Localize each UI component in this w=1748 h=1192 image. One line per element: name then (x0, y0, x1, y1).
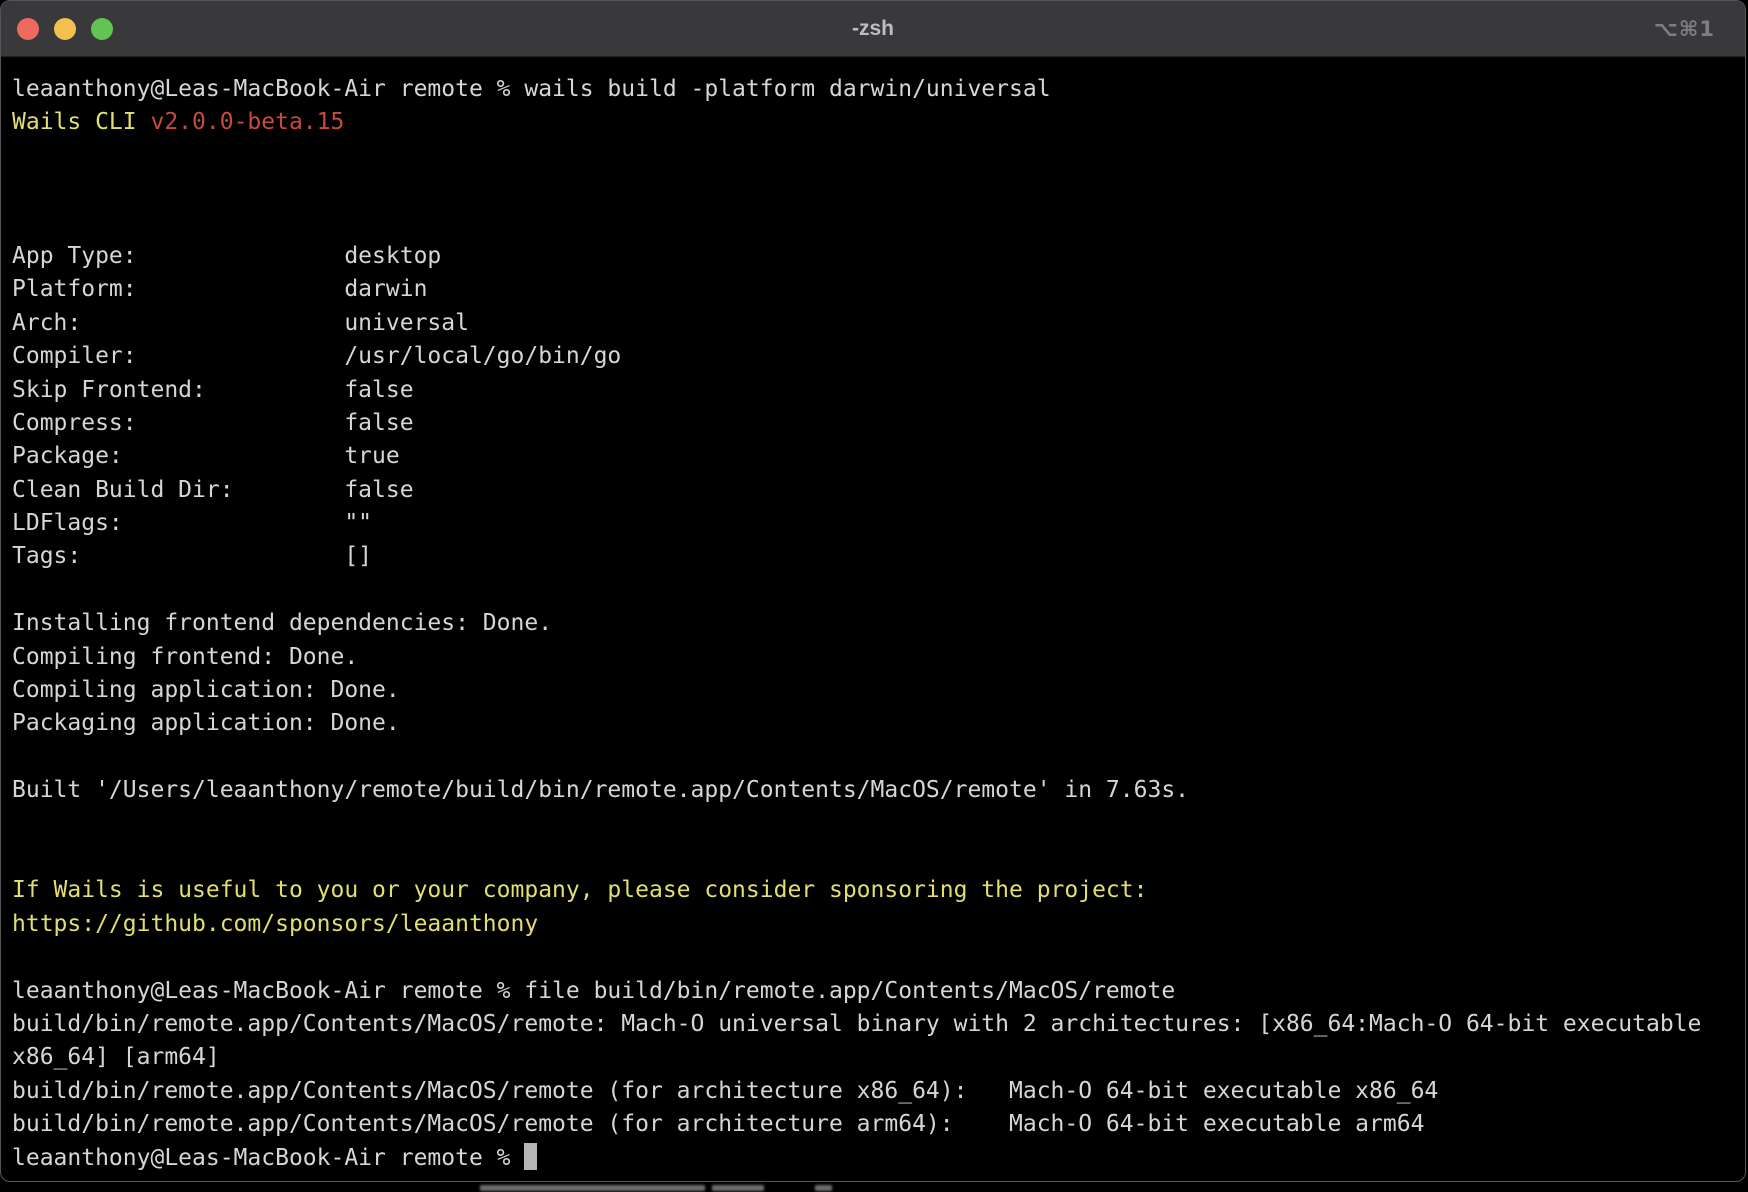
terminal-text: Arch: universal (12, 310, 469, 336)
terminal-line: Compiler: /usr/local/go/bin/go (12, 340, 1745, 373)
terminal-text: Installing frontend dependencies: Done. (12, 610, 552, 636)
terminal-line: build/bin/remote.app/Contents/MacOS/remo… (12, 1075, 1745, 1108)
terminal-line (12, 808, 1745, 841)
terminal-text: v2.0.0-beta.15 (150, 109, 344, 135)
terminal-line (12, 140, 1745, 173)
terminal-line: build/bin/remote.app/Contents/MacOS/remo… (12, 1008, 1745, 1041)
terminal-line (12, 841, 1745, 874)
terminal-line: build/bin/remote.app/Contents/MacOS/remo… (12, 1108, 1745, 1141)
terminal-line: If Wails is useful to you or your compan… (12, 874, 1745, 907)
terminal-text: Built '/Users/leaanthony/remote/build/bi… (12, 777, 1189, 803)
background-window-sliver (0, 1184, 1748, 1192)
terminal-line: x86_64] [arm64] (12, 1041, 1745, 1074)
terminal-text: Platform: darwin (12, 276, 427, 302)
terminal-text: https://github.com/sponsors/leaanthony (12, 911, 538, 937)
terminal-text: build/bin/remote.app/Contents/MacOS/remo… (12, 1078, 1438, 1104)
terminal-text: Compiling application: Done. (12, 677, 400, 703)
terminal-line (12, 574, 1745, 607)
terminal-line: leaanthony@Leas-MacBook-Air remote % (12, 1142, 1745, 1175)
terminal-text: Packaging application: Done. (12, 710, 400, 736)
terminal-line: Platform: darwin (12, 273, 1745, 306)
text-cursor (524, 1143, 537, 1170)
terminal-text: x86_64] [arm64] (12, 1044, 220, 1070)
traffic-lights (1, 18, 113, 40)
background-window-fragment (712, 1185, 764, 1191)
terminal-text: Wails CLI (12, 109, 150, 135)
tab-shortcut-hint: ⌥⌘1 (1654, 17, 1715, 41)
terminal-line (12, 173, 1745, 206)
terminal-line: https://github.com/sponsors/leaanthony (12, 908, 1745, 941)
terminal-line: Arch: universal (12, 307, 1745, 340)
terminal-line: leaanthony@Leas-MacBook-Air remote % fil… (12, 975, 1745, 1008)
window-title: -zsh (1, 17, 1745, 41)
terminal-text: leaanthony@Leas-MacBook-Air remote % (12, 1145, 524, 1171)
zoom-button[interactable] (91, 18, 113, 40)
terminal-text: Compress: false (12, 410, 414, 436)
terminal-line: Compiling application: Done. (12, 674, 1745, 707)
terminal-text: Tags: [] (12, 543, 372, 569)
terminal-text: Package: true (12, 443, 400, 469)
terminal-line: LDFlags: "" (12, 507, 1745, 540)
terminal-text: Clean Build Dir: false (12, 477, 414, 503)
terminal-line: leaanthony@Leas-MacBook-Air remote % wai… (12, 73, 1745, 106)
terminal-text: Compiler: /usr/local/go/bin/go (12, 343, 621, 369)
close-button[interactable] (17, 18, 39, 40)
terminal-line: App Type: desktop (12, 240, 1745, 273)
terminal-line (12, 207, 1745, 240)
terminal-line: Compress: false (12, 407, 1745, 440)
terminal-line: Packaging application: Done. (12, 707, 1745, 740)
terminal-line: Skip Frontend: false (12, 374, 1745, 407)
title-bar[interactable]: -zsh ⌥⌘1 (1, 1, 1745, 57)
terminal-text: If Wails is useful to you or your compan… (12, 877, 1147, 903)
terminal-text: LDFlags: "" (12, 510, 372, 536)
terminal-line: Clean Build Dir: false (12, 474, 1745, 507)
minimize-button[interactable] (54, 18, 76, 40)
terminal-line: Built '/Users/leaanthony/remote/build/bi… (12, 774, 1745, 807)
terminal-output[interactable]: leaanthony@Leas-MacBook-Air remote % wai… (1, 57, 1745, 1175)
background-window-fragment (480, 1185, 705, 1191)
terminal-line: Package: true (12, 440, 1745, 473)
terminal-text: Skip Frontend: false (12, 377, 414, 403)
terminal-line (12, 941, 1745, 974)
terminal-text: Compiling frontend: Done. (12, 644, 358, 670)
terminal-line: Wails CLI v2.0.0-beta.15 (12, 106, 1745, 139)
terminal-line: Installing frontend dependencies: Done. (12, 607, 1745, 640)
terminal-window: -zsh ⌥⌘1 leaanthony@Leas-MacBook-Air rem… (0, 0, 1746, 1182)
terminal-line: Tags: [] (12, 540, 1745, 573)
terminal-line: Compiling frontend: Done. (12, 641, 1745, 674)
terminal-line (12, 741, 1745, 774)
background-window-fragment (815, 1185, 832, 1191)
terminal-text: build/bin/remote.app/Contents/MacOS/remo… (12, 1011, 1701, 1037)
terminal-text: App Type: desktop (12, 243, 441, 269)
terminal-text: build/bin/remote.app/Contents/MacOS/remo… (12, 1111, 1424, 1137)
terminal-text: leaanthony@Leas-MacBook-Air remote % fil… (12, 978, 1175, 1004)
terminal-text: leaanthony@Leas-MacBook-Air remote % wai… (12, 76, 1051, 102)
